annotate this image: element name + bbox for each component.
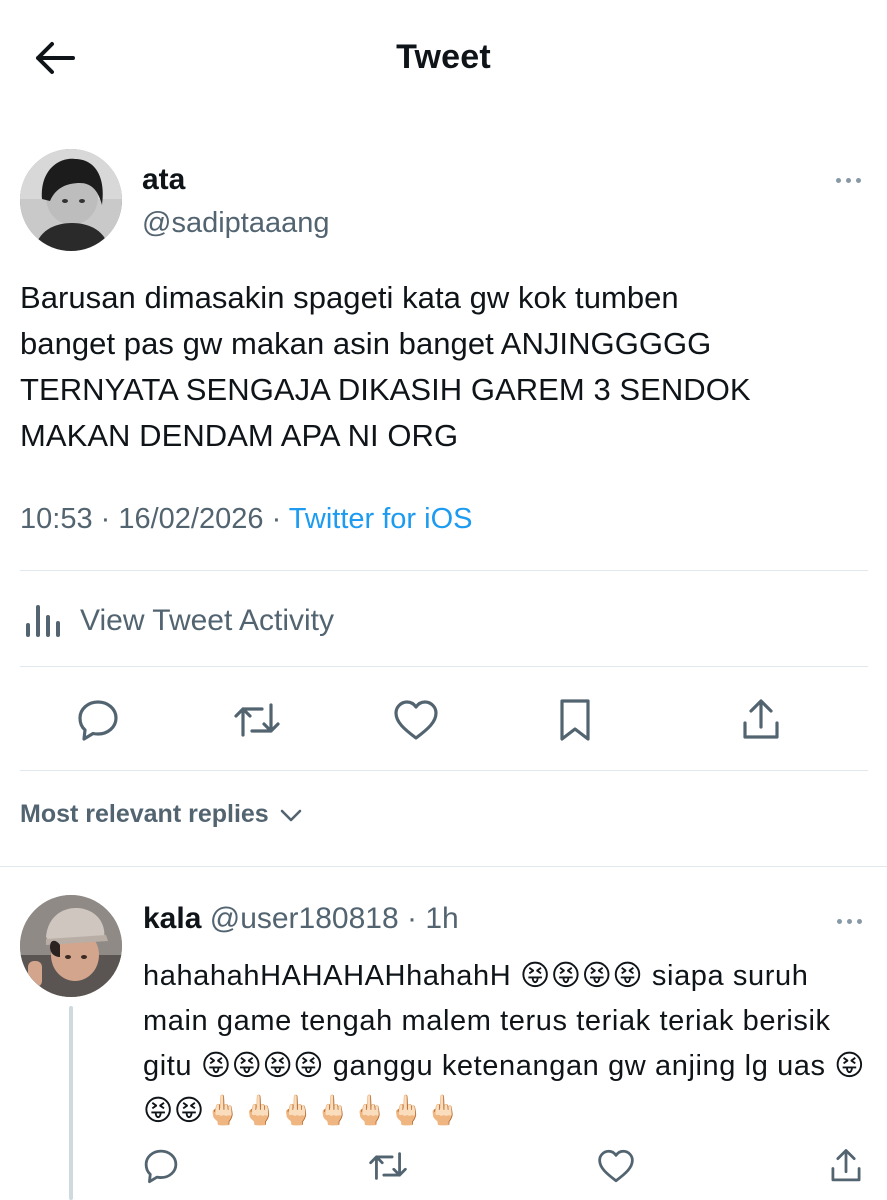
- top-bar: Tweet: [0, 0, 887, 118]
- heart-icon: [598, 1149, 634, 1183]
- reply-like-button[interactable]: [590, 1140, 642, 1192]
- reply-reply-button[interactable]: [135, 1140, 187, 1192]
- tweet-meta: 10:53 · 16/02/2026 · Twitter for iOS: [20, 503, 472, 536]
- retweet-icon: [369, 1152, 407, 1180]
- share-icon: [743, 699, 779, 739]
- retweet-icon: [234, 703, 280, 737]
- tweet-text: Barusan dimasakin spageti kata gw kok tu…: [20, 280, 751, 453]
- chevron-down-icon: [280, 809, 302, 821]
- divider: [20, 666, 868, 667]
- reply-separator: ·: [398, 902, 426, 935]
- reply-time[interactable]: 1h: [425, 902, 458, 935]
- divider: [20, 570, 868, 571]
- reply-button[interactable]: [68, 690, 128, 750]
- reply-retweet-button[interactable]: [362, 1140, 414, 1192]
- tweet-author: ata @sadiptaaang: [20, 149, 868, 251]
- divider: [0, 866, 887, 867]
- more-icon: [835, 177, 841, 183]
- reply-text: hahahahHAHAHAHhahahH 😝😝😝😝 siapa suruh ma…: [143, 960, 866, 1127]
- author-name[interactable]: ata: [142, 163, 185, 197]
- bookmark-button[interactable]: [545, 690, 605, 750]
- replies-sort-dropdown[interactable]: Most relevant replies: [20, 800, 305, 829]
- author-handle[interactable]: @sadiptaaang: [142, 207, 329, 240]
- reply-icon: [78, 700, 118, 741]
- retweet-button[interactable]: [227, 690, 287, 750]
- meta-separator-2: ·: [263, 503, 289, 535]
- view-tweet-activity-button[interactable]: View Tweet Activity: [22, 596, 334, 646]
- reply-action-bar: [0, 1140, 887, 1192]
- share-button[interactable]: [731, 690, 791, 750]
- bar-chart-icon: [26, 605, 60, 637]
- tweet-time: 10:53: [20, 503, 93, 535]
- reply-share-button[interactable]: [820, 1140, 872, 1192]
- reply-icon: [144, 1149, 178, 1184]
- share-icon: [831, 1149, 861, 1182]
- bookmark-icon: [560, 699, 590, 741]
- page-title: Tweet: [396, 38, 491, 76]
- reply-more-options-button[interactable]: [829, 904, 869, 938]
- reply-header: kala @user180818 · 1h: [143, 902, 459, 936]
- tweet-action-bar: [0, 690, 887, 750]
- tweet-date: 16/02/2026: [118, 503, 264, 535]
- reply-author-handle[interactable]: @user180818: [210, 902, 399, 935]
- view-tweet-activity-label: View Tweet Activity: [80, 604, 335, 637]
- tweet-source-link[interactable]: Twitter for iOS: [289, 503, 473, 535]
- replies-sort-label: Most relevant replies: [20, 800, 269, 828]
- divider: [20, 770, 868, 771]
- more-options-button[interactable]: [828, 163, 868, 197]
- like-button[interactable]: [386, 690, 446, 750]
- reply-avatar[interactable]: [20, 895, 122, 997]
- author-avatar[interactable]: [20, 149, 122, 251]
- reply-author-name[interactable]: kala: [143, 902, 201, 935]
- more-icon: [836, 918, 842, 924]
- heart-icon: [394, 700, 438, 740]
- meta-separator: ·: [92, 503, 119, 535]
